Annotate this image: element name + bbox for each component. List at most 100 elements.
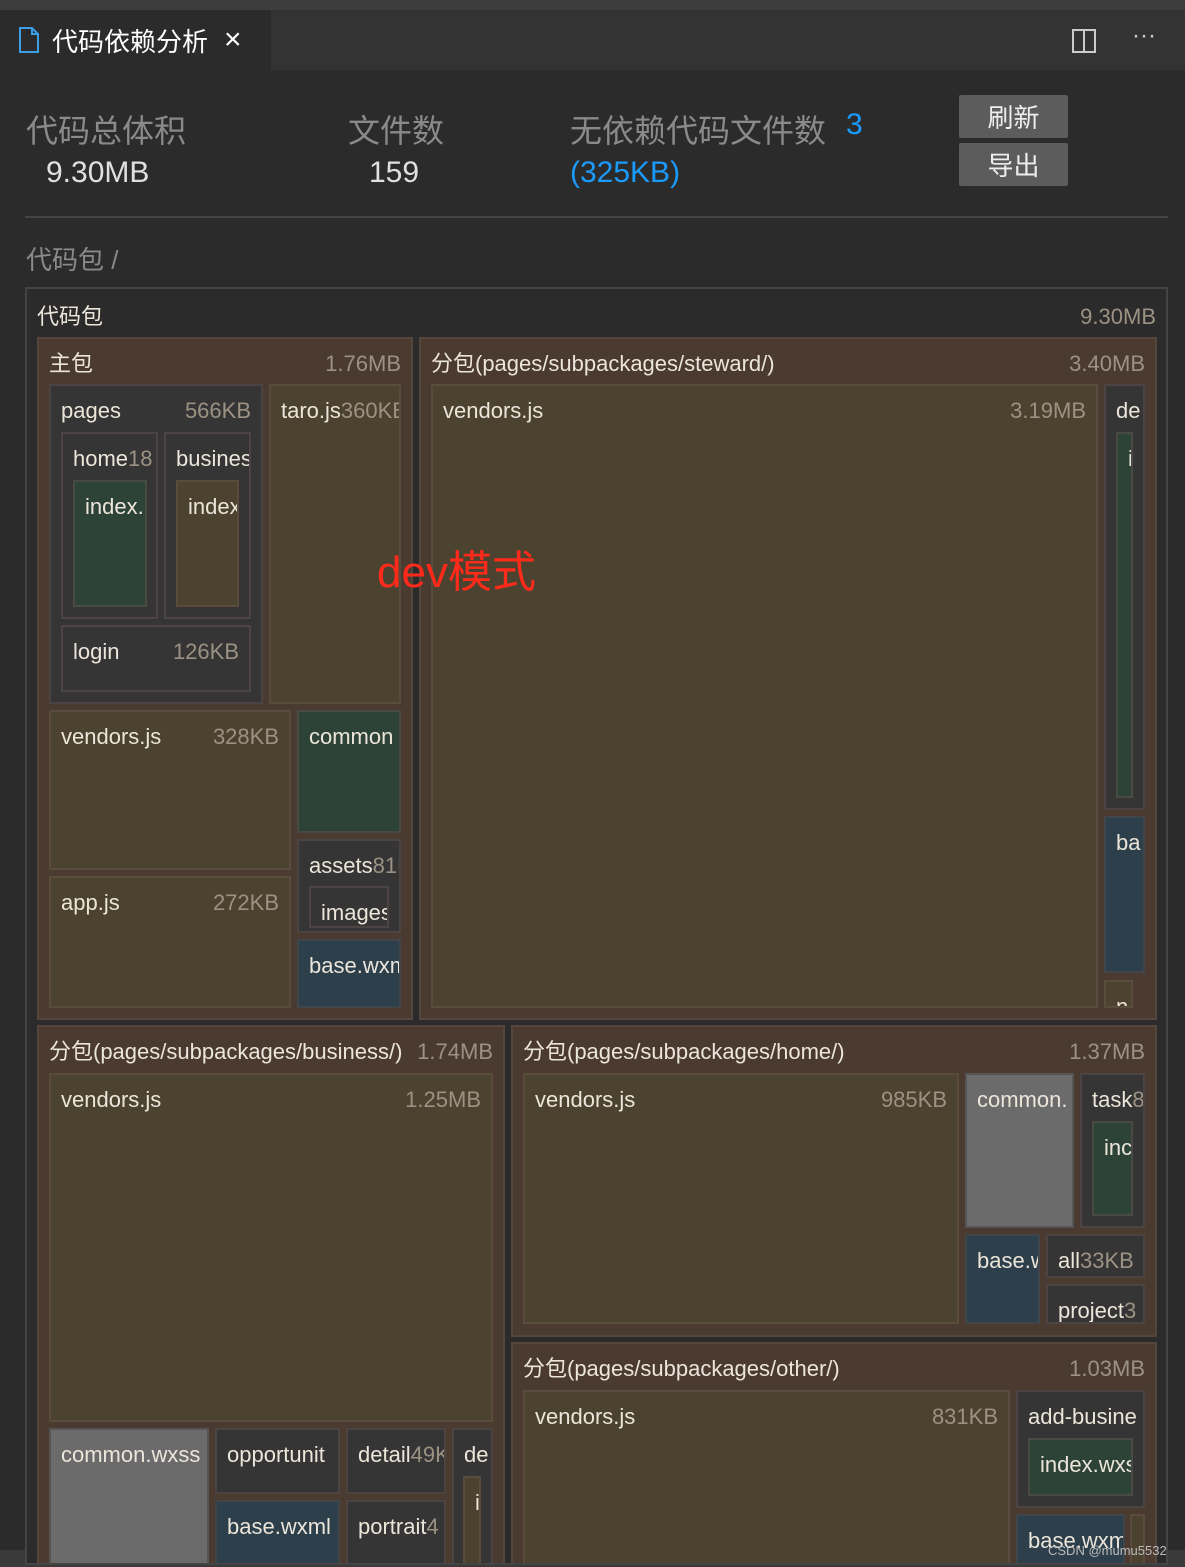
node-name: de bbox=[464, 1442, 489, 1467]
node-name: i bbox=[1128, 446, 1133, 471]
node-size: 81KB bbox=[372, 853, 399, 878]
treemap-node[interactable]: task8inc bbox=[1080, 1073, 1145, 1228]
treemap-node[interactable]: de i bbox=[1104, 384, 1145, 810]
no-dep-files-size[interactable]: (325KB) bbox=[570, 156, 680, 190]
treemap-node[interactable]: index.wxss bbox=[1028, 1438, 1133, 1496]
treemap-node[interactable]: common bbox=[297, 710, 401, 833]
node-name: vendors.js bbox=[443, 398, 544, 423]
node-size: 328KB bbox=[212, 724, 279, 749]
treemap-node[interactable]: vendors.js 1.25MB bbox=[49, 1073, 493, 1422]
package-node[interactable]: 分包(pages/subpackages/steward/) 3.40MB vend… bbox=[419, 337, 1157, 1020]
node-label: 代码包 9.30MB bbox=[27, 303, 1166, 331]
node-label: images bbox=[311, 899, 387, 926]
treemap-node[interactable]: assets81KB images bbox=[297, 839, 401, 933]
more-actions-icon[interactable]: ··· bbox=[1132, 22, 1156, 50]
node-name: assets bbox=[309, 853, 373, 878]
treemap-node[interactable]: inc bbox=[1092, 1121, 1133, 1216]
node-name: index. bbox=[85, 494, 144, 519]
node-label: detail49KB bbox=[348, 1441, 444, 1469]
treemap-node[interactable]: base.wxml bbox=[215, 1500, 340, 1563]
treemap-node[interactable]: login 126KB bbox=[61, 625, 251, 692]
node-label: base.wxml bbox=[299, 952, 399, 980]
package-node[interactable]: 主包 1.76MB pages 566KB home 18 index. busines ind… bbox=[37, 337, 413, 1020]
treemap-node[interactable]: common.wxss bbox=[49, 1428, 209, 1563]
node-name: index bbox=[188, 494, 237, 519]
split-editor-icon[interactable] bbox=[1071, 28, 1097, 54]
treemap-node[interactable]: vendors.js 3.19MB bbox=[431, 384, 1098, 1008]
node-label: vendors.js 3.19MB bbox=[433, 397, 1096, 425]
treemap-node[interactable]: de i bbox=[452, 1428, 493, 1563]
treemap-node[interactable]: add-busine index.wxss bbox=[1016, 1390, 1145, 1508]
treemap-node[interactable]: home 18 index. bbox=[61, 432, 158, 619]
node-name: images bbox=[321, 900, 387, 925]
treemap-node[interactable]: project 3 bbox=[1046, 1284, 1145, 1324]
node-name: ba bbox=[1116, 830, 1141, 855]
treemap-node[interactable]: base.w bbox=[965, 1234, 1040, 1324]
treemap-node[interactable]: opportunit bbox=[215, 1428, 340, 1494]
treemap-node[interactable]: vendors.js 985KB bbox=[523, 1073, 959, 1324]
node-name: all bbox=[1058, 1248, 1081, 1273]
treemap-node[interactable]: index. bbox=[73, 480, 147, 607]
treemap-node[interactable]: detail49KB bbox=[346, 1428, 446, 1494]
node-size: 1.25MB bbox=[405, 1087, 481, 1112]
node-name: common.wxss bbox=[61, 1442, 201, 1467]
no-dep-files-count[interactable]: 3 bbox=[846, 108, 863, 142]
treemap-node[interactable]: all 33KB bbox=[1046, 1234, 1145, 1278]
export-button[interactable]: 导出 bbox=[959, 143, 1068, 186]
node-label: vendors.js 328KB bbox=[51, 723, 289, 751]
node-size: 33KB bbox=[1080, 1248, 1134, 1273]
file-count-label: 文件数 bbox=[348, 113, 445, 149]
tab-dependency-analysis[interactable]: 代码依赖分析 × bbox=[0, 10, 271, 70]
node-name: 分包(pages/subpackages/business/) bbox=[49, 1039, 403, 1064]
watermark: CSDN @mumu5532 bbox=[1048, 1543, 1167, 1558]
treemap-node[interactable]: n bbox=[1104, 980, 1133, 1008]
package-node[interactable]: 分包(pages/subpackages/home/) 1.37MB vendors… bbox=[511, 1025, 1157, 1337]
node-size: 3.19MB bbox=[1010, 398, 1086, 423]
treemap-node[interactable]: ba bbox=[1104, 816, 1145, 973]
node-name: de bbox=[1116, 398, 1141, 423]
treemap-node[interactable]: i bbox=[1116, 432, 1133, 798]
node-size: 49KB bbox=[410, 1442, 444, 1467]
treemap-root[interactable]: 代码包 9.30MB 主包 1.76MB pages 566KB home 18 index. b… bbox=[25, 287, 1168, 1565]
treemap-node[interactable]: i bbox=[463, 1476, 481, 1563]
treemap-node[interactable]: vendors.js 328KB bbox=[49, 710, 291, 870]
breadcrumb[interactable]: 代码包 / bbox=[26, 240, 118, 277]
node-size: 985KB bbox=[880, 1087, 947, 1112]
node-size: 1.37MB bbox=[1069, 1039, 1145, 1064]
node-label: vendors.js 985KB bbox=[525, 1086, 957, 1114]
treemap-node[interactable]: base.wxml bbox=[297, 939, 401, 1008]
package-node[interactable]: 分包(pages/subpackages/other/) 1.03MB vendor… bbox=[511, 1342, 1157, 1563]
node-name: n bbox=[1116, 994, 1129, 1008]
node-size: 4 bbox=[426, 1514, 439, 1539]
treemap-node[interactable]: images bbox=[309, 886, 389, 928]
node-label: app.js 272KB bbox=[51, 889, 289, 917]
node-label: index.wxss bbox=[1030, 1451, 1131, 1479]
node-label: index bbox=[178, 493, 237, 521]
refresh-button[interactable]: 刷新 bbox=[959, 95, 1068, 138]
treemap-node[interactable]: busines index bbox=[164, 432, 251, 619]
node-name: common. bbox=[977, 1087, 1068, 1112]
node-label: vendors.js 831KB bbox=[525, 1403, 1008, 1431]
node-size: 566KB bbox=[184, 398, 251, 423]
node-name: 分包(pages/subpackages/steward/) bbox=[431, 351, 775, 376]
node-label: common. bbox=[967, 1086, 1072, 1114]
node-label: all 33KB bbox=[1048, 1247, 1143, 1275]
node-size: 3.40MB bbox=[1069, 351, 1145, 376]
treemap-node[interactable]: app.js 272KB bbox=[49, 876, 291, 1008]
node-name: 主包 bbox=[49, 351, 94, 376]
node-name: task bbox=[1092, 1087, 1133, 1112]
node-label: ba bbox=[1106, 829, 1143, 857]
treemap-node[interactable]: vendors.js 831KB bbox=[523, 1390, 1010, 1563]
node-size: 1.03MB bbox=[1069, 1356, 1145, 1381]
node-label: login 126KB bbox=[63, 638, 249, 666]
treemap-node[interactable]: portrait 4 bbox=[346, 1500, 446, 1563]
close-icon[interactable]: × bbox=[224, 23, 242, 57]
node-name: 分包(pages/subpackages/home/) bbox=[523, 1039, 845, 1064]
node-label: home 18 bbox=[63, 445, 156, 473]
treemap-node[interactable]: index bbox=[176, 480, 239, 607]
node-name: vendors.js bbox=[535, 1404, 636, 1429]
package-node[interactable]: 分包(pages/subpackages/business/) 1.74MB ven… bbox=[37, 1025, 505, 1563]
treemap-node[interactable]: common. bbox=[965, 1073, 1074, 1228]
node-name: home bbox=[73, 446, 129, 471]
treemap-node[interactable]: pages 566KB home 18 index. busines index login 1… bbox=[49, 384, 263, 704]
